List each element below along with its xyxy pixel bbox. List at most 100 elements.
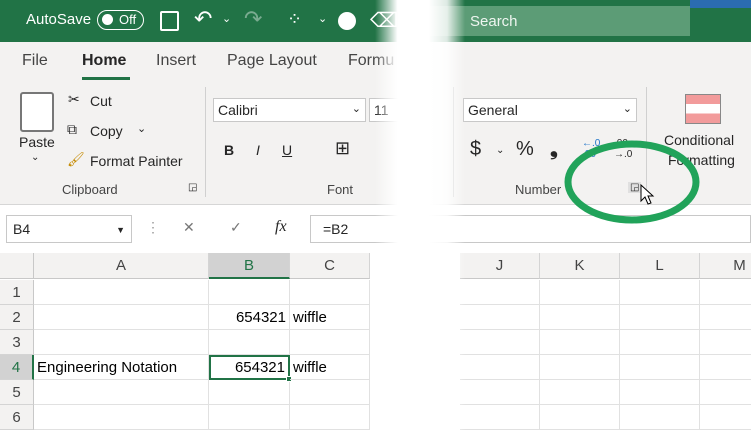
grid-cell[interactable] [34,380,209,405]
insert-function-button[interactable]: fx [275,218,287,236]
grid-cell[interactable] [209,405,290,430]
column-header-j[interactable]: J [460,253,540,279]
grid-cell[interactable] [620,280,700,305]
undo-dropdown-icon[interactable]: ⌄ [222,12,231,25]
copy-dropdown-icon[interactable]: ⌄ [137,122,146,135]
number-format-select[interactable]: General ⌄ [463,98,637,122]
grid-cell[interactable] [460,305,540,330]
italic-button[interactable]: I [256,142,260,158]
grid-cell[interactable] [540,305,620,330]
name-box[interactable]: B4 ▼ [6,215,132,243]
cell-a4[interactable]: Engineering Notation [34,355,209,380]
row-header-2[interactable]: 2 [0,305,34,330]
row-header-5[interactable]: 5 [0,380,34,405]
grid-cell[interactable] [34,305,209,330]
grid-cell[interactable] [700,405,751,430]
clipboard-launcher-icon[interactable]: ◲ [188,182,197,193]
save-icon[interactable] [160,11,179,31]
row-header-3[interactable]: 3 [0,330,34,355]
customize-dropdown-icon[interactable]: ⌄ [318,12,327,25]
mouse-cursor-icon [640,184,655,205]
enter-button[interactable]: ✓ [230,219,242,236]
cut-icon[interactable]: ✂ [68,91,80,108]
cell-b2[interactable]: 654321 [209,305,290,330]
grid-cell[interactable] [620,380,700,405]
percent-button[interactable]: % [516,138,534,161]
tab-insert[interactable]: Insert [156,52,196,70]
grid-cell[interactable] [460,330,540,355]
row-header-1[interactable]: 1 [0,280,34,305]
grid-cell[interactable] [620,405,700,430]
grid-cell[interactable] [209,380,290,405]
autosave-toggle[interactable]: Off [97,10,144,30]
cell-b4-selected[interactable]: 654321 [209,355,290,380]
grid-cell[interactable] [460,380,540,405]
column-header-c[interactable]: C [290,253,370,279]
tab-file[interactable]: File [22,52,48,70]
undo-icon[interactable]: ↶ [194,6,212,32]
grid-cell[interactable] [620,330,700,355]
grid-cell[interactable] [620,305,700,330]
cancel-button[interactable]: ✕ [183,219,195,236]
redo-icon[interactable]: ↷ [244,6,262,32]
tab-home[interactable]: Home [82,52,126,70]
borders-icon[interactable]: ⊞ [335,138,350,159]
grid-cell[interactable] [540,330,620,355]
grid-cell[interactable] [290,330,370,355]
autosave-label: AutoSave [26,11,92,28]
currency-button[interactable]: $ [470,138,481,161]
cell-c2[interactable]: wiffle [290,305,370,330]
underline-button[interactable]: U [282,142,292,158]
grid-cell[interactable] [700,280,751,305]
row-header-4[interactable]: 4 [0,355,34,380]
grid-cell[interactable] [209,330,290,355]
highlight-ellipse [564,140,700,224]
grid-cell[interactable] [34,330,209,355]
cell-c4[interactable]: wiffle [290,355,370,380]
grid-cell[interactable] [460,355,540,380]
grid-cell[interactable] [540,380,620,405]
grid-cell[interactable] [700,330,751,355]
grid-cell[interactable] [540,405,620,430]
grid-cell[interactable] [540,280,620,305]
comma-style-button[interactable]: ❟ [550,138,558,161]
grid-cell[interactable] [34,405,209,430]
conditional-formatting-icon[interactable] [685,94,721,124]
column-header-l[interactable]: L [620,253,700,279]
grid-cell[interactable] [290,380,370,405]
grid-cell[interactable] [460,405,540,430]
column-header-m[interactable]: M [700,253,751,279]
grid-cell[interactable] [34,280,209,305]
font-name-select[interactable]: Calibri ⌄ [213,98,366,122]
format-painter-button[interactable]: Format Painter [90,153,183,169]
grid-cell[interactable] [700,305,751,330]
select-all-button[interactable] [0,253,34,279]
tab-page-layout[interactable]: Page Layout [227,52,317,70]
copy-icon[interactable]: ⧉ [67,121,77,138]
torn-edge-overlay [375,0,465,431]
cut-button[interactable]: Cut [90,93,112,109]
grid-cell[interactable] [209,280,290,305]
scatter-chart-icon[interactable]: ⁘ [287,9,302,30]
grid-cell[interactable] [700,380,751,405]
grid-cell[interactable] [460,280,540,305]
bold-button[interactable]: B [224,142,234,158]
paste-icon[interactable] [20,92,54,132]
grid-cell[interactable] [700,355,751,380]
record-icon[interactable] [338,12,356,30]
account-area[interactable] [690,0,751,8]
grid-cell[interactable] [290,280,370,305]
column-header-a[interactable]: A [34,253,209,279]
row-header-6[interactable]: 6 [0,405,34,430]
column-header-b[interactable]: B [209,253,290,279]
copy-button[interactable]: Copy [90,123,123,139]
currency-dropdown-icon[interactable]: ⌄ [496,145,504,156]
search-input[interactable]: Search [470,13,518,30]
format-painter-icon[interactable]: 🖌 [67,151,85,168]
grid-cell[interactable] [620,355,700,380]
grid-cell[interactable] [540,355,620,380]
column-header-k[interactable]: K [540,253,620,279]
grid-cell[interactable] [290,405,370,430]
paste-dropdown-icon[interactable]: ⌄ [31,152,39,163]
paste-button[interactable]: Paste [19,134,55,150]
